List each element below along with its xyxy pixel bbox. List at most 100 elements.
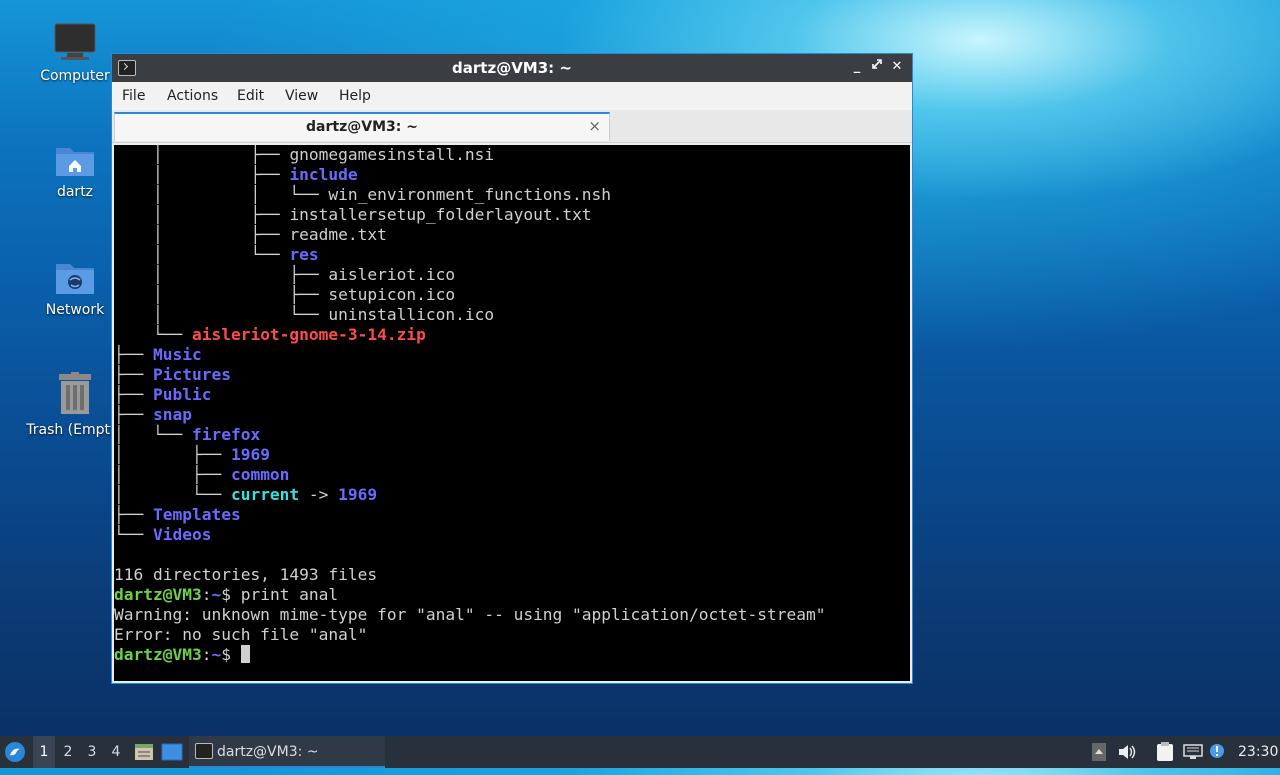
terminal-text: │ └── — [114, 245, 290, 264]
window-title: dartz@VM3: ~ — [452, 59, 572, 77]
terminal-line: ├── Public — [114, 385, 211, 405]
task-label: dartz@VM3: ~ — [217, 744, 319, 760]
terminal-line: │ ├── include — [114, 165, 358, 185]
terminal-text: │ ├── — [114, 285, 329, 304]
terminal-text: Music — [152, 345, 202, 364]
terminal-text: include — [289, 165, 358, 184]
terminal-text: ├── — [114, 365, 153, 384]
menu-edit[interactable]: Edit — [237, 88, 264, 104]
terminal-text: ~ — [211, 585, 222, 604]
terminal-text: │ ├── — [114, 465, 231, 484]
notification-icon[interactable] — [1209, 736, 1227, 768]
terminal-text: │ ├── — [114, 205, 290, 224]
terminal-text: Videos — [152, 525, 212, 544]
terminal-cursor — [240, 645, 250, 663]
desktop-icon-home[interactable]: dartz — [25, 142, 125, 200]
terminal-line: ├── Templates — [114, 505, 241, 525]
monitor-icon — [54, 23, 96, 60]
terminal-text: common — [230, 465, 290, 484]
terminal-line: └── aisleriot-gnome-3-14.zip — [114, 325, 426, 345]
terminal-text: └── — [114, 525, 153, 544]
terminal-text: res — [289, 245, 319, 264]
terminal-text: Pictures — [152, 365, 231, 384]
terminal-text: │ ├── — [114, 165, 290, 184]
desktop-icon-label: dartz — [56, 184, 94, 200]
show-desktop-button[interactable] — [161, 736, 185, 768]
desktop-icon-label: Computer — [40, 68, 110, 84]
tray-up-icon[interactable] — [1092, 736, 1108, 768]
menu-actions[interactable]: Actions — [167, 88, 218, 104]
clipboard-icon[interactable] — [1156, 736, 1176, 768]
terminal-text: firefox — [191, 425, 261, 444]
terminal-line: ├── Music — [114, 345, 202, 365]
terminal-text: Error: no such file "anal" — [114, 625, 368, 644]
taskbar-task-terminal[interactable]: dartz@VM3: ~ — [189, 736, 385, 768]
taskbar: 1 2 3 4 dartz@VM3: ~ 23:30 — [0, 736, 1280, 768]
tab-close-icon[interactable]: × — [588, 117, 601, 135]
terminal-text: : — [201, 645, 212, 664]
terminal-text: win_environment_functions.nsh — [328, 185, 612, 204]
minimize-icon[interactable]: _ — [848, 58, 866, 76]
tab-terminal[interactable]: dartz@VM3: ~ × — [114, 112, 610, 141]
trash-icon — [59, 372, 91, 414]
terminal-text: ├── — [114, 345, 153, 364]
close-icon[interactable]: ✕ — [888, 58, 906, 76]
network-folder-icon — [56, 264, 94, 294]
terminal-line: └── Videos — [114, 525, 211, 545]
terminal-text: │ │ └── — [114, 185, 329, 204]
terminal-line: │ ├── installersetup_folderlayout.txt — [114, 205, 592, 225]
desktop-icon-computer[interactable]: Computer — [25, 22, 125, 84]
terminal-text: 1969 — [230, 445, 270, 464]
home-folder-icon — [56, 148, 94, 176]
terminal-text: uninstallicon.ico — [328, 305, 495, 324]
menu-view[interactable]: View — [285, 88, 318, 104]
terminal-text: Templates — [152, 505, 241, 524]
terminal-text: -> — [299, 485, 339, 504]
terminal-text: ~ — [211, 645, 222, 664]
file-manager-launcher[interactable] — [134, 736, 156, 768]
terminal-text: snap — [152, 405, 192, 424]
workspace-2[interactable]: 2 — [57, 736, 79, 768]
terminal-text: │ ├── — [114, 145, 290, 164]
terminal-text: dartz@VM3 — [114, 585, 202, 604]
terminal-line: dartz@VM3:~$ print anal — [114, 585, 338, 605]
clock[interactable]: 23:30 — [1238, 736, 1278, 768]
desktop-icon-trash[interactable]: Trash (Empty) — [25, 372, 125, 438]
terminal-line: │ ├── gnomegamesinstall.nsi — [114, 145, 494, 165]
terminal-line: │ └── firefox — [114, 425, 260, 445]
terminal-text: gnomegamesinstall.nsi — [289, 145, 495, 164]
workspace-3[interactable]: 3 — [81, 736, 103, 768]
window-titlebar[interactable]: dartz@VM3: ~ _ ✕ — [112, 54, 912, 82]
start-menu-button[interactable] — [4, 736, 30, 768]
terminal-line: │ │ └── win_environment_functions.nsh — [114, 185, 611, 205]
terminal-text: ├── — [114, 385, 153, 404]
volume-icon[interactable] — [1118, 736, 1138, 768]
terminal-text: │ ├── — [114, 445, 231, 464]
terminal-text: Public — [152, 385, 212, 404]
tab-title: dartz@VM3: ~ — [306, 119, 418, 135]
terminal-text: current — [230, 485, 300, 504]
maximize-icon[interactable] — [868, 58, 886, 76]
file-manager-icon — [135, 744, 153, 760]
workspace-1[interactable]: 1 — [33, 736, 55, 768]
terminal-text: └── — [114, 325, 192, 344]
terminal-line: │ ├── common — [114, 465, 289, 485]
terminal-text: 116 directories, 1493 files — [114, 565, 378, 584]
terminal-line: dartz@VM3:~$ — [114, 645, 250, 665]
terminal-text: dartz@VM3 — [114, 645, 202, 664]
workspace-4[interactable]: 4 — [105, 736, 127, 768]
terminal-text: 1969 — [338, 485, 378, 504]
menu-file[interactable]: File — [122, 88, 145, 104]
menu-bar: File Actions Edit View Help — [112, 82, 912, 110]
menu-help[interactable]: Help — [339, 88, 371, 104]
desktop-icon — [161, 743, 183, 761]
terminal-line: ├── Pictures — [114, 365, 231, 385]
terminal-text: │ ├── — [114, 265, 329, 284]
terminal-text: aisleriot-gnome-3-14.zip — [191, 325, 426, 344]
desktop-icon-label: Trash (Empty) — [26, 422, 124, 438]
desktop-icon-network[interactable]: Network — [25, 258, 125, 318]
terminal-line: 116 directories, 1493 files — [114, 565, 377, 585]
terminal-output[interactable]: │ ├── gnomegamesinstall.nsi │ ├── includ… — [114, 145, 910, 681]
terminal-line: ├── snap — [114, 405, 192, 425]
network-tray-icon[interactable] — [1183, 736, 1205, 768]
